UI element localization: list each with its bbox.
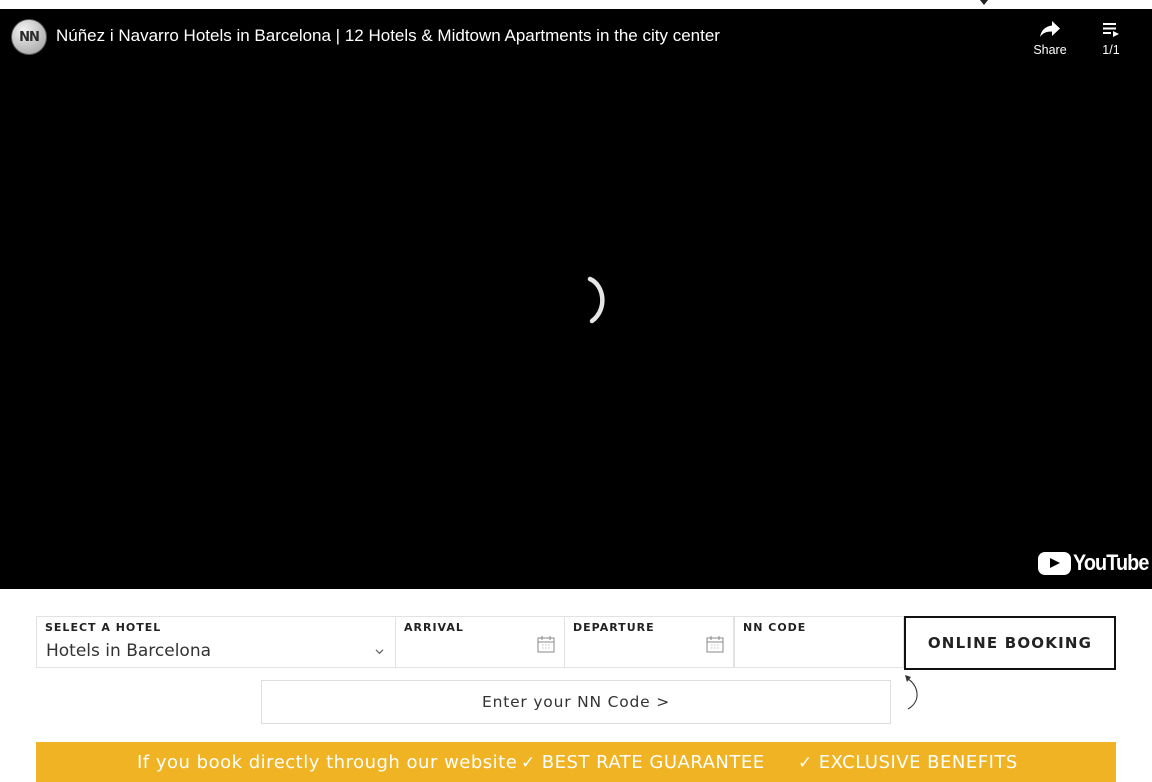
share-button[interactable]: Share [1024,20,1076,66]
hotel-select[interactable]: SELECT A HOTEL Hotels in Barcelona [36,616,396,668]
share-icon [1040,21,1060,37]
youtube-play-icon [1038,551,1071,575]
playlist-count: 1/1 [1102,43,1120,57]
departure-date-field[interactable]: DEPARTURE [564,616,734,668]
benefits-banner: If you book directly through our website… [36,742,1116,782]
hotel-select-value: Hotels in Barcelona [46,641,212,661]
curved-arrow-icon [905,675,918,710]
menu-arrow-icon [980,0,988,5]
hotel-select-label: SELECT A HOTEL [45,621,162,634]
video-title[interactable]: Núñez i Navarro Hotels in Barcelona | 12… [56,26,720,46]
nn-code-label: NN CODE [743,621,807,634]
player-header: NN Núñez i Navarro Hotels in Barcelona |… [0,9,1152,69]
playlist-icon [1103,23,1119,37]
enter-nn-code-button[interactable]: Enter your NN Code > [261,680,891,724]
share-label: Share [1033,43,1067,57]
check-icon: ✓ [798,753,813,773]
online-booking-button[interactable]: ONLINE BOOKING [904,616,1116,670]
benefit-exclusive: ✓ EXCLUSIVE BENEFITS [798,752,1018,773]
video-player[interactable]: NN Núñez i Navarro Hotels in Barcelona |… [0,9,1152,589]
arrival-label: ARRIVAL [404,621,464,634]
benefit-best-rate: ✓ BEST RATE GUARANTEE [521,752,765,773]
benefit-exclusive-label: EXCLUSIVE BENEFITS [818,752,1018,773]
loading-spinner-icon [587,276,605,324]
banner-text: If you book directly through our website [137,752,518,773]
calendar-icon[interactable] [537,635,555,653]
nn-code-field[interactable]: NN CODE [734,616,904,668]
playlist-button[interactable]: 1/1 [1090,20,1132,66]
channel-avatar[interactable]: NN [11,19,47,55]
benefit-best-rate-label: BEST RATE GUARANTEE [541,752,765,773]
youtube-wordmark: YouTube [1073,550,1149,575]
booking-bar: SELECT A HOTEL Hotels in Barcelona ARRIV… [36,616,1116,670]
arrival-date-field[interactable]: ARRIVAL [395,616,565,668]
chevron-down-icon [375,649,384,655]
calendar-icon[interactable] [706,635,724,653]
departure-label: DEPARTURE [573,621,655,634]
check-icon: ✓ [521,753,536,773]
youtube-logo[interactable]: YouTube [1038,549,1152,577]
top-strip [0,0,1152,9]
